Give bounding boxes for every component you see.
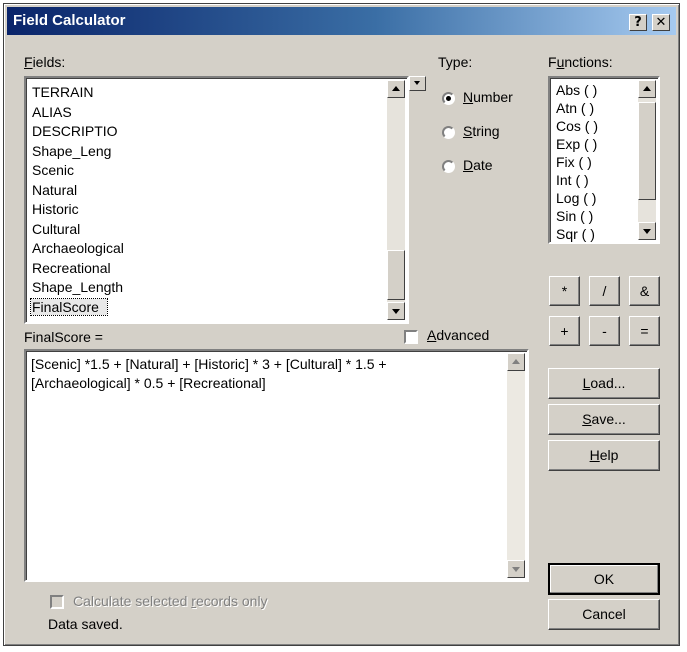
- field-list-item[interactable]: FinalScore: [30, 297, 108, 316]
- help-button[interactable]: Help: [548, 440, 660, 471]
- fields-menu-button[interactable]: [409, 76, 426, 91]
- type-radio[interactable]: [442, 126, 455, 139]
- cancel-button[interactable]: Cancel: [548, 599, 660, 630]
- operator-button[interactable]: =: [629, 316, 660, 346]
- operator-button[interactable]: &: [629, 276, 660, 306]
- type-option-label: Number: [463, 89, 513, 105]
- scroll-up-button[interactable]: [387, 80, 405, 98]
- status-text: Data saved.: [48, 616, 123, 632]
- help-title-button[interactable]: ?: [629, 14, 647, 31]
- fields-scrollbar[interactable]: [387, 80, 405, 320]
- functions-list[interactable]: Abs ( ) Atn ( ) Cos ( ) Exp ( ) Fix ( ) Int (…: [548, 76, 660, 244]
- scroll-down-button[interactable]: [638, 222, 656, 240]
- function-list-item[interactable]: Abs ( ): [556, 82, 597, 98]
- arrow-up-icon: [512, 359, 520, 364]
- function-list-item[interactable]: Log ( ): [556, 190, 596, 206]
- field-list-item[interactable]: Natural: [32, 182, 77, 198]
- fields-list[interactable]: TERRAIN ALIAS DESCRIPTIO Shape_Leng Scenic Na…: [24, 76, 409, 324]
- operator-button[interactable]: /: [589, 276, 620, 306]
- function-list-item[interactable]: Sqr ( ): [556, 226, 595, 242]
- function-list-item[interactable]: Atn ( ): [556, 100, 594, 116]
- field-list-item[interactable]: ALIAS: [32, 104, 72, 120]
- calculate-selected-checkbox[interactable]: [50, 595, 64, 609]
- arrow-down-icon: [643, 229, 651, 234]
- arrow-down-icon: [392, 309, 400, 314]
- arrow-up-icon: [643, 86, 651, 91]
- type-option-label: String: [463, 123, 500, 139]
- scroll-down-button[interactable]: [507, 560, 525, 578]
- save-button[interactable]: Save...: [548, 404, 660, 435]
- operator-button[interactable]: -: [589, 316, 620, 346]
- field-list-item[interactable]: Recreational: [32, 260, 111, 276]
- scroll-up-button[interactable]: [638, 80, 656, 98]
- scroll-thumb[interactable]: [387, 250, 405, 300]
- field-list-item[interactable]: Shape_Length: [32, 279, 123, 295]
- field-list-item[interactable]: DESCRIPTIO: [32, 123, 118, 139]
- function-list-item[interactable]: Sin ( ): [556, 208, 593, 224]
- advanced-checkbox[interactable]: [404, 330, 418, 344]
- radio-dot-icon: [446, 96, 451, 101]
- type-option-label: Date: [463, 157, 493, 173]
- fields-label: Fields:: [24, 54, 66, 70]
- scroll-up-button[interactable]: [507, 353, 525, 371]
- field-list-item[interactable]: Archaeological: [32, 240, 124, 256]
- expression-textarea[interactable]: [Scenic] *1.5 + [Natural] + [Historic] *…: [24, 349, 529, 582]
- function-list-item[interactable]: Int ( ): [556, 172, 589, 188]
- expression-scrollbar[interactable]: [507, 353, 525, 578]
- ok-button[interactable]: OK: [548, 563, 660, 595]
- window-title: Field Calculator: [13, 12, 126, 29]
- field-list-item[interactable]: Cultural: [32, 221, 80, 237]
- functions-scrollbar[interactable]: [638, 80, 656, 240]
- arrow-up-icon: [392, 86, 400, 91]
- scroll-down-button[interactable]: [387, 302, 405, 320]
- expression-text: [Scenic] *1.5 + [Natural] + [Historic] *…: [31, 356, 387, 391]
- chevron-down-icon: [414, 81, 420, 85]
- type-radio[interactable]: [442, 92, 455, 105]
- operator-button[interactable]: *: [549, 276, 580, 306]
- scroll-thumb[interactable]: [638, 102, 656, 200]
- function-list-item[interactable]: Exp ( ): [556, 136, 597, 152]
- expression-label: FinalScore =: [24, 329, 103, 345]
- close-icon[interactable]: ✕: [652, 14, 670, 31]
- load-button[interactable]: Load...: [548, 368, 660, 399]
- field-list-item[interactable]: Historic: [32, 201, 79, 217]
- type-label: Type:: [438, 54, 473, 70]
- field-list-item[interactable]: TERRAIN: [32, 84, 93, 100]
- operator-button[interactable]: +: [549, 316, 580, 346]
- field-calculator-dialog: Field Calculator ? ✕ Fields: TERRAIN ALIA…: [3, 3, 680, 646]
- title-bar[interactable]: Field Calculator ? ✕: [7, 7, 676, 35]
- arrow-down-icon: [512, 567, 520, 572]
- field-list-item[interactable]: Shape_Leng: [32, 143, 111, 159]
- function-list-item[interactable]: Fix ( ): [556, 154, 592, 170]
- functions-label: Functions:: [548, 54, 613, 70]
- type-radio[interactable]: [442, 160, 455, 173]
- field-list-item[interactable]: Scenic: [32, 162, 74, 178]
- function-list-item[interactable]: Cos ( ): [556, 118, 598, 134]
- advanced-label: Advanced: [427, 327, 490, 343]
- calculate-selected-label: Calculate selected records only: [73, 593, 268, 609]
